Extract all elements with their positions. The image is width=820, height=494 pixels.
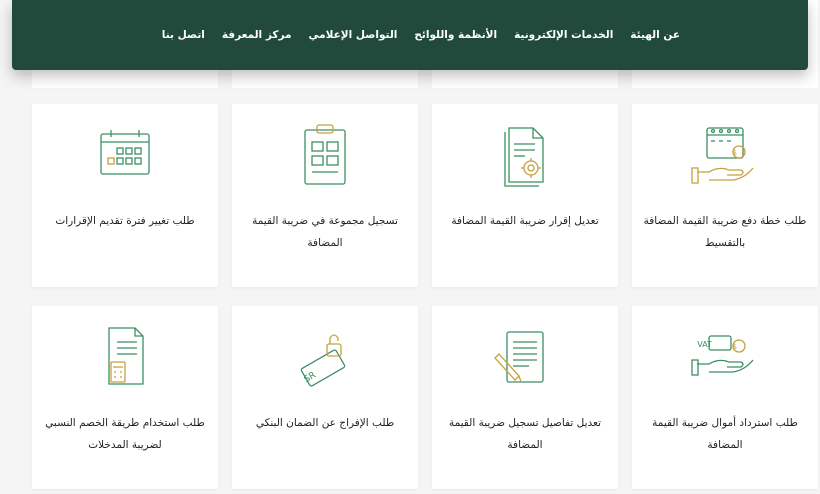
service-title: تسجيل مجموعة في ضريبة القيمة المضافة bbox=[252, 215, 398, 249]
service-card-vat-refund[interactable]: VAT $ طلب استرداد أموال ضريبة القيمة الم… bbox=[632, 306, 818, 489]
service-card-proportional-deduction[interactable]: طلب استخدام طريقة الخصم النسبي لضريبة ال… bbox=[32, 306, 218, 489]
calendar-icon bbox=[32, 122, 218, 188]
service-title: طلب استخدام طريقة الخصم النسبي لضريبة ال… bbox=[45, 417, 205, 451]
installment-calendar-hand-icon: $ bbox=[632, 122, 818, 188]
svg-text:VAT: VAT bbox=[697, 340, 712, 349]
banknote-lock-icon: SR bbox=[232, 324, 418, 390]
service-card-bank-guarantee[interactable]: SR طلب الإفراج عن الضمان البنكي bbox=[232, 306, 418, 489]
svg-text:SR: SR bbox=[302, 370, 317, 385]
vat-refund-hand-icon: VAT $ bbox=[632, 324, 818, 390]
svg-text:$: $ bbox=[733, 149, 737, 157]
service-title: تعديل تفاصيل تسجيل ضريبة القيمة المضافة bbox=[448, 417, 602, 451]
document-pencil-icon bbox=[432, 324, 618, 390]
nav-media[interactable]: التواصل الإعلامي bbox=[308, 29, 397, 41]
service-card-registration-amendment[interactable]: تعديل تفاصيل تسجيل ضريبة القيمة المضافة bbox=[432, 306, 618, 489]
service-title: طلب تغيير فترة تقديم الإقرارات bbox=[55, 215, 195, 227]
service-title: طلب الإفراج عن الضمان البنكي bbox=[255, 417, 395, 429]
nav-regulations[interactable]: الأنظمة واللوائح bbox=[414, 29, 497, 41]
nav-knowledge-center[interactable]: مركز المعرفة bbox=[222, 29, 292, 41]
service-title: طلب استرداد أموال ضريبة القيمة المضافة bbox=[652, 417, 798, 451]
nav-eservices[interactable]: الخدمات الإلكترونية bbox=[514, 29, 613, 41]
clipboard-grid-icon bbox=[232, 122, 418, 188]
nav-contact[interactable]: اتصل بنا bbox=[162, 29, 205, 41]
service-card-installment[interactable]: $ طلب خطة دفع ضريبة القيمة المضافة بالتق… bbox=[632, 104, 818, 287]
nav-about[interactable]: عن الهيئة bbox=[630, 29, 680, 41]
svg-text:$: $ bbox=[733, 343, 737, 351]
service-card-return-amendment[interactable]: تعديل إقرار ضريبة القيمة المضافة bbox=[432, 104, 618, 287]
service-title: طلب خطة دفع ضريبة القيمة المضافة بالتقسي… bbox=[643, 215, 807, 249]
service-card-group-registration[interactable]: تسجيل مجموعة في ضريبة القيمة المضافة bbox=[232, 104, 418, 287]
document-gear-icon bbox=[432, 122, 618, 188]
main-navbar: عن الهيئة الخدمات الإلكترونية الأنظمة وا… bbox=[12, 0, 808, 70]
service-card-filing-period[interactable]: طلب تغيير فترة تقديم الإقرارات bbox=[32, 104, 218, 287]
service-title: تعديل إقرار ضريبة القيمة المضافة bbox=[451, 215, 599, 227]
document-calculator-icon bbox=[32, 324, 218, 390]
